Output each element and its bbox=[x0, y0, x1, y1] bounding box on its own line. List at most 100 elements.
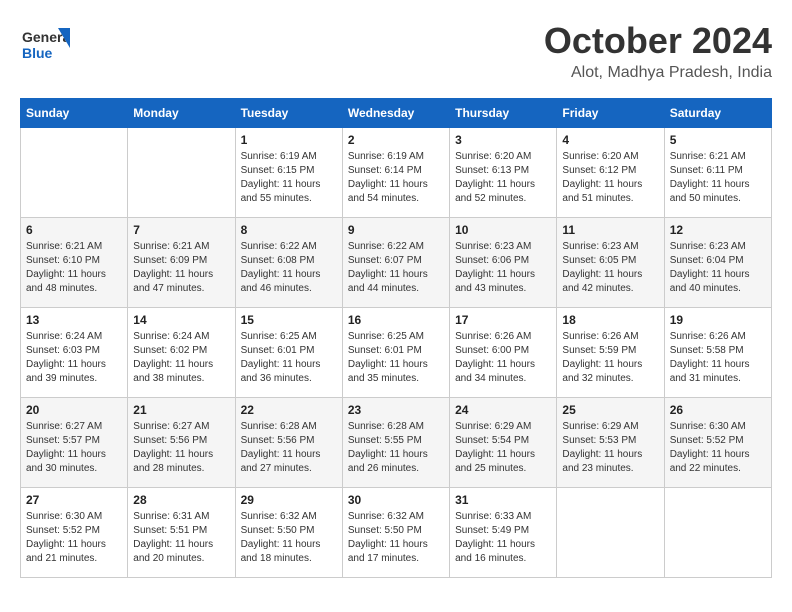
day-number: 27 bbox=[26, 493, 122, 507]
day-info: Sunrise: 6:23 AM Sunset: 6:05 PM Dayligh… bbox=[562, 240, 658, 296]
day-number: 31 bbox=[455, 493, 551, 507]
day-number: 5 bbox=[670, 133, 766, 147]
day-info: Sunrise: 6:19 AM Sunset: 6:15 PM Dayligh… bbox=[241, 150, 337, 206]
day-number: 15 bbox=[241, 313, 337, 327]
day-info: Sunrise: 6:19 AM Sunset: 6:14 PM Dayligh… bbox=[348, 150, 444, 206]
calendar-cell: 6 Sunrise: 6:21 AM Sunset: 6:10 PM Daylig… bbox=[21, 218, 128, 308]
day-info: Sunrise: 6:22 AM Sunset: 6:08 PM Dayligh… bbox=[241, 240, 337, 296]
day-info: Sunrise: 6:28 AM Sunset: 5:56 PM Dayligh… bbox=[241, 420, 337, 476]
day-number: 23 bbox=[348, 403, 444, 417]
day-info: Sunrise: 6:27 AM Sunset: 5:56 PM Dayligh… bbox=[133, 420, 229, 476]
calendar-cell bbox=[664, 488, 771, 578]
day-number: 12 bbox=[670, 223, 766, 237]
day-info: Sunrise: 6:29 AM Sunset: 5:53 PM Dayligh… bbox=[562, 420, 658, 476]
day-info: Sunrise: 6:21 AM Sunset: 6:09 PM Dayligh… bbox=[133, 240, 229, 296]
calendar-cell: 10 Sunrise: 6:23 AM Sunset: 6:06 PM Dayli… bbox=[450, 218, 557, 308]
calendar-cell: 8 Sunrise: 6:22 AM Sunset: 6:08 PM Daylig… bbox=[235, 218, 342, 308]
calendar-cell: 17 Sunrise: 6:26 AM Sunset: 6:00 PM Dayli… bbox=[450, 308, 557, 398]
month-title: October 2024 bbox=[544, 20, 772, 62]
calendar-body: 1 Sunrise: 6:19 AM Sunset: 6:15 PM Daylig… bbox=[21, 128, 772, 578]
day-info: Sunrise: 6:28 AM Sunset: 5:55 PM Dayligh… bbox=[348, 420, 444, 476]
day-info: Sunrise: 6:21 AM Sunset: 6:11 PM Dayligh… bbox=[670, 150, 766, 206]
day-info: Sunrise: 6:31 AM Sunset: 5:51 PM Dayligh… bbox=[133, 510, 229, 566]
calendar-week-row: 1 Sunrise: 6:19 AM Sunset: 6:15 PM Daylig… bbox=[21, 128, 772, 218]
day-number: 14 bbox=[133, 313, 229, 327]
day-info: Sunrise: 6:29 AM Sunset: 5:54 PM Dayligh… bbox=[455, 420, 551, 476]
weekday-header: Wednesday bbox=[342, 99, 449, 128]
location: Alot, Madhya Pradesh, India bbox=[544, 64, 772, 82]
calendar-cell: 18 Sunrise: 6:26 AM Sunset: 5:59 PM Dayli… bbox=[557, 308, 664, 398]
calendar-cell: 21 Sunrise: 6:27 AM Sunset: 5:56 PM Dayli… bbox=[128, 398, 235, 488]
day-number: 21 bbox=[133, 403, 229, 417]
day-number: 28 bbox=[133, 493, 229, 507]
calendar-cell: 31 Sunrise: 6:33 AM Sunset: 5:49 PM Dayli… bbox=[450, 488, 557, 578]
day-info: Sunrise: 6:20 AM Sunset: 6:12 PM Dayligh… bbox=[562, 150, 658, 206]
day-info: Sunrise: 6:27 AM Sunset: 5:57 PM Dayligh… bbox=[26, 420, 122, 476]
day-number: 24 bbox=[455, 403, 551, 417]
weekday-header: Saturday bbox=[664, 99, 771, 128]
day-number: 10 bbox=[455, 223, 551, 237]
calendar-cell: 16Sunrise: 6:25 AM Sunset: 6:01 PM Dayli… bbox=[342, 308, 449, 398]
calendar-week-row: 27 Sunrise: 6:30 AM Sunset: 5:52 PM Dayli… bbox=[21, 488, 772, 578]
day-info: Sunrise: 6:32 AM Sunset: 5:50 PM Dayligh… bbox=[348, 510, 444, 566]
day-info: Sunrise: 6:25 AM Sunset: 6:01 PM Dayligh… bbox=[241, 330, 337, 386]
calendar-cell: 19Sunrise: 6:26 AM Sunset: 5:58 PM Dayli… bbox=[664, 308, 771, 398]
day-number: 8 bbox=[241, 223, 337, 237]
day-info: Sunrise: 6:24 AM Sunset: 6:03 PM Dayligh… bbox=[26, 330, 122, 386]
calendar-cell: 13 Sunrise: 6:24 AM Sunset: 6:03 PM Dayli… bbox=[21, 308, 128, 398]
calendar-cell: 23 Sunrise: 6:28 AM Sunset: 5:55 PM Dayli… bbox=[342, 398, 449, 488]
day-number: 2 bbox=[348, 133, 444, 147]
calendar-week-row: 6 Sunrise: 6:21 AM Sunset: 6:10 PM Daylig… bbox=[21, 218, 772, 308]
weekday-header: Tuesday bbox=[235, 99, 342, 128]
calendar-cell: 1 Sunrise: 6:19 AM Sunset: 6:15 PM Daylig… bbox=[235, 128, 342, 218]
day-number: 22 bbox=[241, 403, 337, 417]
calendar-cell bbox=[557, 488, 664, 578]
day-info: Sunrise: 6:26 AM Sunset: 5:59 PM Dayligh… bbox=[562, 330, 658, 386]
calendar-cell: 14 Sunrise: 6:24 AM Sunset: 6:02 PM Dayli… bbox=[128, 308, 235, 398]
day-number: 30 bbox=[348, 493, 444, 507]
day-info: Sunrise: 6:20 AM Sunset: 6:13 PM Dayligh… bbox=[455, 150, 551, 206]
calendar-cell bbox=[128, 128, 235, 218]
day-info: Sunrise: 6:32 AM Sunset: 5:50 PM Dayligh… bbox=[241, 510, 337, 566]
day-number: 11 bbox=[562, 223, 658, 237]
weekday-header: Sunday bbox=[21, 99, 128, 128]
calendar-cell: 7Sunrise: 6:21 AM Sunset: 6:09 PM Daylig… bbox=[128, 218, 235, 308]
day-number: 18 bbox=[562, 313, 658, 327]
calendar-header-row: SundayMondayTuesdayWednesdayThursdayFrid… bbox=[21, 99, 772, 128]
day-info: Sunrise: 6:25 AM Sunset: 6:01 PM Dayligh… bbox=[348, 330, 444, 386]
day-number: 3 bbox=[455, 133, 551, 147]
weekday-header: Friday bbox=[557, 99, 664, 128]
weekday-header: Thursday bbox=[450, 99, 557, 128]
calendar-cell: 26 Sunrise: 6:30 AM Sunset: 5:52 PM Dayli… bbox=[664, 398, 771, 488]
calendar-week-row: 13 Sunrise: 6:24 AM Sunset: 6:03 PM Dayli… bbox=[21, 308, 772, 398]
calendar-cell: 24 Sunrise: 6:29 AM Sunset: 5:54 PM Dayli… bbox=[450, 398, 557, 488]
logo-icon: General Blue bbox=[20, 20, 70, 70]
day-info: Sunrise: 6:24 AM Sunset: 6:02 PM Dayligh… bbox=[133, 330, 229, 386]
day-number: 13 bbox=[26, 313, 122, 327]
day-info: Sunrise: 6:30 AM Sunset: 5:52 PM Dayligh… bbox=[670, 420, 766, 476]
calendar-cell: 29Sunrise: 6:32 AM Sunset: 5:50 PM Dayli… bbox=[235, 488, 342, 578]
day-number: 19 bbox=[670, 313, 766, 327]
day-info: Sunrise: 6:22 AM Sunset: 6:07 PM Dayligh… bbox=[348, 240, 444, 296]
day-info: Sunrise: 6:23 AM Sunset: 6:06 PM Dayligh… bbox=[455, 240, 551, 296]
day-info: Sunrise: 6:33 AM Sunset: 5:49 PM Dayligh… bbox=[455, 510, 551, 566]
calendar-cell: 2 Sunrise: 6:19 AM Sunset: 6:14 PM Daylig… bbox=[342, 128, 449, 218]
logo: General Blue bbox=[20, 20, 70, 70]
day-number: 26 bbox=[670, 403, 766, 417]
calendar-cell: 12 Sunrise: 6:23 AM Sunset: 6:04 PM Dayli… bbox=[664, 218, 771, 308]
page-header: General Blue October 2024 Alot, Madhya P… bbox=[20, 20, 772, 82]
day-info: Sunrise: 6:21 AM Sunset: 6:10 PM Dayligh… bbox=[26, 240, 122, 296]
day-number: 20 bbox=[26, 403, 122, 417]
calendar-cell: 4Sunrise: 6:20 AM Sunset: 6:12 PM Daylig… bbox=[557, 128, 664, 218]
calendar-cell: 15 Sunrise: 6:25 AM Sunset: 6:01 PM Dayli… bbox=[235, 308, 342, 398]
day-info: Sunrise: 6:30 AM Sunset: 5:52 PM Dayligh… bbox=[26, 510, 122, 566]
day-info: Sunrise: 6:26 AM Sunset: 6:00 PM Dayligh… bbox=[455, 330, 551, 386]
day-info: Sunrise: 6:23 AM Sunset: 6:04 PM Dayligh… bbox=[670, 240, 766, 296]
day-number: 1 bbox=[241, 133, 337, 147]
calendar-cell: 27 Sunrise: 6:30 AM Sunset: 5:52 PM Dayli… bbox=[21, 488, 128, 578]
day-number: 6 bbox=[26, 223, 122, 237]
weekday-header: Monday bbox=[128, 99, 235, 128]
day-number: 17 bbox=[455, 313, 551, 327]
day-number: 25 bbox=[562, 403, 658, 417]
svg-text:Blue: Blue bbox=[22, 45, 53, 61]
